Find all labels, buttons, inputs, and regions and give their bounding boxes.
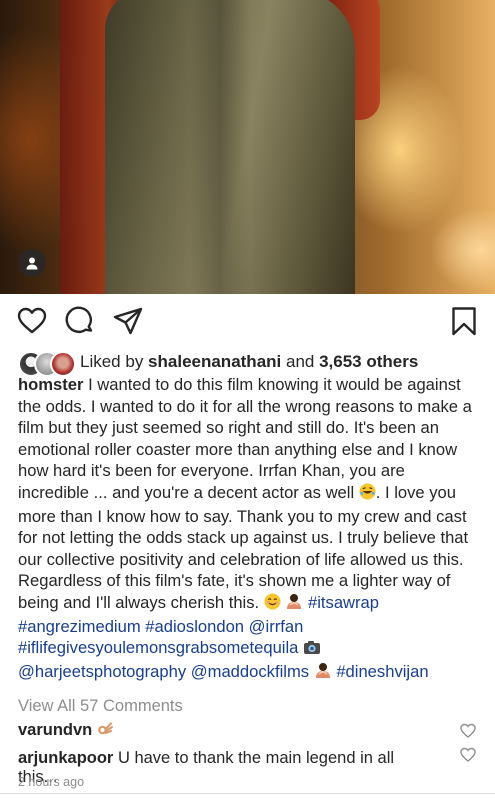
person-tag-icon[interactable]	[18, 249, 46, 277]
post-photo[interactable]	[0, 0, 495, 294]
comment-like-heart-icon[interactable]	[460, 747, 476, 763]
liked-by-and: and	[281, 352, 320, 371]
mention-maddockfilms[interactable]: @maddockfilms	[191, 662, 309, 681]
share-icon[interactable]	[113, 306, 143, 336]
mention-harjeetsphotography[interactable]: @harjeetsphotography	[18, 662, 186, 681]
laughing-emoji-icon	[359, 483, 376, 506]
comment-row: varundvn	[18, 721, 438, 742]
comment-icon[interactable]	[65, 306, 95, 336]
likes-count[interactable]: 3,653 others	[319, 352, 418, 371]
view-all-comments-link[interactable]: View All 57 Comments	[18, 697, 183, 716]
liker-avatars	[18, 351, 76, 377]
hashtag-angrezimedium[interactable]: #angrezimedium	[18, 617, 141, 636]
ok-hand-emoji-icon	[97, 721, 113, 742]
mention-irrfan[interactable]: @irrfan	[249, 617, 304, 636]
heart-icon[interactable]	[17, 306, 47, 336]
comment-user[interactable]: arjunkapoor	[18, 749, 113, 767]
photo-detail	[190, 0, 250, 294]
caption-author[interactable]: homster	[18, 375, 83, 394]
post-caption: homster I wanted to do this film knowing…	[18, 374, 480, 684]
likes-row[interactable]: Liked by shaleenanathani and 3,653 other…	[18, 351, 418, 377]
smiling-emoji-icon	[264, 593, 281, 616]
hashtag-adioslondon[interactable]: #adioslondon	[145, 617, 244, 636]
divider	[0, 793, 495, 794]
liked-by-user[interactable]: shaleenanathani	[148, 352, 281, 371]
post-timestamp: 2 hours ago	[18, 775, 85, 789]
caption-text-2: . I love you more than I know how to say…	[18, 482, 469, 612]
hashtag-itsawrap[interactable]: #itsawrap	[308, 593, 379, 612]
action-bar	[0, 306, 495, 340]
hashtag-iflifegivesyoulemons[interactable]: #iflifegivesyoulemonsgrabsometequila	[18, 638, 298, 657]
comment-like-heart-icon[interactable]	[460, 723, 476, 739]
likes-text[interactable]: Liked by shaleenanathani and 3,653 other…	[80, 352, 418, 372]
bookmark-icon[interactable]	[449, 306, 479, 336]
hashtag-dineshvijan[interactable]: #dineshvijan	[336, 662, 428, 681]
camera-emoji-icon	[303, 639, 321, 661]
hands-emoji-icon	[285, 593, 303, 616]
comment-user[interactable]: varundvn	[18, 721, 92, 739]
liked-by-prefix: Liked by	[80, 352, 149, 371]
hands-emoji-icon	[314, 662, 332, 685]
